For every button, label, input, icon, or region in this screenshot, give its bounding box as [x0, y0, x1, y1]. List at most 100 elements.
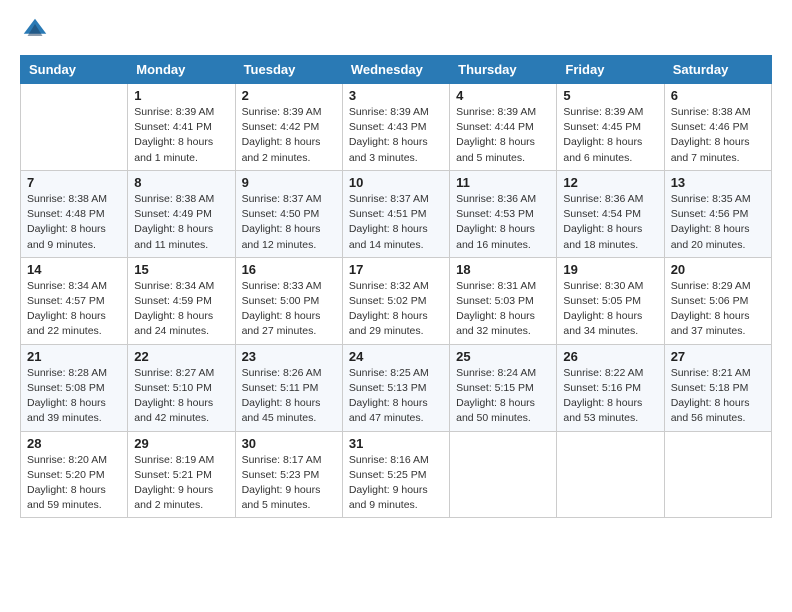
day-number: 30 — [242, 436, 336, 451]
calendar-week-3: 14 Sunrise: 8:34 AMSunset: 4:57 PMDayligh… — [21, 257, 772, 344]
day-number: 7 — [27, 175, 121, 190]
day-detail: Sunrise: 8:39 AMSunset: 4:44 PMDaylight:… — [456, 105, 550, 166]
day-detail: Sunrise: 8:38 AMSunset: 4:48 PMDaylight:… — [27, 192, 121, 253]
day-number: 23 — [242, 349, 336, 364]
column-header-saturday: Saturday — [664, 56, 771, 84]
day-detail: Sunrise: 8:22 AMSunset: 5:16 PMDaylight:… — [563, 366, 657, 427]
day-detail: Sunrise: 8:37 AMSunset: 4:50 PMDaylight:… — [242, 192, 336, 253]
day-detail: Sunrise: 8:38 AMSunset: 4:49 PMDaylight:… — [134, 192, 228, 253]
calendar-cell: 16Sunrise: 8:33 AMSunset: 5:00 PMDayligh… — [235, 257, 342, 344]
calendar-cell: 17 Sunrise: 8:32 AMSunset: 5:02 PMDayligh… — [342, 257, 449, 344]
day-detail: Sunrise: 8:32 AMSunset: 5:02 PMDaylight:… — [349, 279, 443, 340]
day-detail: Sunrise: 8:31 AMSunset: 5:03 PMDaylight:… — [456, 279, 550, 340]
calendar-cell: 21 Sunrise: 8:28 AMSunset: 5:08 PMDayligh… — [21, 344, 128, 431]
calendar-cell: 30 Sunrise: 8:17 AMSunset: 5:23 PMDayligh… — [235, 431, 342, 518]
calendar-cell: 11 Sunrise: 8:36 AMSunset: 4:53 PMDayligh… — [450, 170, 557, 257]
calendar-cell: 2 Sunrise: 8:39 AMSunset: 4:42 PMDaylight… — [235, 84, 342, 171]
day-number: 26 — [563, 349, 657, 364]
calendar-week-1: 1 Sunrise: 8:39 AMSunset: 4:41 PMDaylight… — [21, 84, 772, 171]
day-number: 25 — [456, 349, 550, 364]
day-number: 6 — [671, 88, 765, 103]
calendar-cell: 9 Sunrise: 8:37 AMSunset: 4:50 PMDaylight… — [235, 170, 342, 257]
day-detail: Sunrise: 8:26 AMSunset: 5:11 PMDaylight:… — [242, 366, 336, 427]
day-number: 2 — [242, 88, 336, 103]
calendar-cell: 6 Sunrise: 8:38 AMSunset: 4:46 PMDaylight… — [664, 84, 771, 171]
calendar-cell: 23 Sunrise: 8:26 AMSunset: 5:11 PMDayligh… — [235, 344, 342, 431]
day-number: 1 — [134, 88, 228, 103]
day-number: 21 — [27, 349, 121, 364]
day-number: 5 — [563, 88, 657, 103]
column-header-friday: Friday — [557, 56, 664, 84]
day-detail: Sunrise: 8:30 AMSunset: 5:05 PMDaylight:… — [563, 279, 657, 340]
day-number: 3 — [349, 88, 443, 103]
day-number: 10 — [349, 175, 443, 190]
calendar-cell — [450, 431, 557, 518]
calendar-header-row: SundayMondayTuesdayWednesdayThursdayFrid… — [21, 56, 772, 84]
day-number: 22 — [134, 349, 228, 364]
day-number: 15 — [134, 262, 228, 277]
day-detail: Sunrise: 8:20 AMSunset: 5:20 PMDaylight:… — [27, 453, 121, 514]
calendar-cell: 22 Sunrise: 8:27 AMSunset: 5:10 PMDayligh… — [128, 344, 235, 431]
day-detail: Sunrise: 8:33 AMSunset: 5:00 PMDaylight:… — [242, 279, 336, 340]
calendar-cell: 7 Sunrise: 8:38 AMSunset: 4:48 PMDaylight… — [21, 170, 128, 257]
day-detail: Sunrise: 8:19 AMSunset: 5:21 PMDaylight:… — [134, 453, 228, 514]
day-detail: Sunrise: 8:27 AMSunset: 5:10 PMDaylight:… — [134, 366, 228, 427]
calendar-cell — [557, 431, 664, 518]
day-detail: Sunrise: 8:36 AMSunset: 4:53 PMDaylight:… — [456, 192, 550, 253]
calendar-cell: 13 Sunrise: 8:35 AMSunset: 4:56 PMDayligh… — [664, 170, 771, 257]
day-detail: Sunrise: 8:34 AMSunset: 4:57 PMDaylight:… — [27, 279, 121, 340]
day-number: 31 — [349, 436, 443, 451]
day-number: 12 — [563, 175, 657, 190]
day-detail: Sunrise: 8:17 AMSunset: 5:23 PMDaylight:… — [242, 453, 336, 514]
day-number: 11 — [456, 175, 550, 190]
logo — [20, 20, 52, 45]
day-number: 17 — [349, 262, 443, 277]
day-number: 9 — [242, 175, 336, 190]
day-number: 24 — [349, 349, 443, 364]
day-detail: Sunrise: 8:38 AMSunset: 4:46 PMDaylight:… — [671, 105, 765, 166]
day-detail: Sunrise: 8:36 AMSunset: 4:54 PMDaylight:… — [563, 192, 657, 253]
calendar-cell: 29Sunrise: 8:19 AMSunset: 5:21 PMDayligh… — [128, 431, 235, 518]
day-number: 28 — [27, 436, 121, 451]
day-detail: Sunrise: 8:39 AMSunset: 4:45 PMDaylight:… — [563, 105, 657, 166]
day-detail: Sunrise: 8:37 AMSunset: 4:51 PMDaylight:… — [349, 192, 443, 253]
column-header-tuesday: Tuesday — [235, 56, 342, 84]
calendar-week-4: 21 Sunrise: 8:28 AMSunset: 5:08 PMDayligh… — [21, 344, 772, 431]
calendar-cell: 10 Sunrise: 8:37 AMSunset: 4:51 PMDayligh… — [342, 170, 449, 257]
column-header-wednesday: Wednesday — [342, 56, 449, 84]
calendar-cell: 12 Sunrise: 8:36 AMSunset: 4:54 PMDayligh… — [557, 170, 664, 257]
logo-icon — [20, 15, 50, 45]
calendar-cell — [21, 84, 128, 171]
day-number: 18 — [456, 262, 550, 277]
day-number: 20 — [671, 262, 765, 277]
day-number: 4 — [456, 88, 550, 103]
day-detail: Sunrise: 8:34 AMSunset: 4:59 PMDaylight:… — [134, 279, 228, 340]
day-number: 8 — [134, 175, 228, 190]
day-detail: Sunrise: 8:29 AMSunset: 5:06 PMDaylight:… — [671, 279, 765, 340]
calendar-cell: 18 Sunrise: 8:31 AMSunset: 5:03 PMDayligh… — [450, 257, 557, 344]
day-detail: Sunrise: 8:35 AMSunset: 4:56 PMDaylight:… — [671, 192, 765, 253]
day-number: 19 — [563, 262, 657, 277]
day-detail: Sunrise: 8:39 AMSunset: 4:41 PMDaylight:… — [134, 105, 228, 166]
calendar-cell — [664, 431, 771, 518]
day-number: 14 — [27, 262, 121, 277]
calendar-cell: 24Sunrise: 8:25 AMSunset: 5:13 PMDayligh… — [342, 344, 449, 431]
day-detail: Sunrise: 8:28 AMSunset: 5:08 PMDaylight:… — [27, 366, 121, 427]
column-header-sunday: Sunday — [21, 56, 128, 84]
day-detail: Sunrise: 8:39 AMSunset: 4:42 PMDaylight:… — [242, 105, 336, 166]
calendar-cell: 5 Sunrise: 8:39 AMSunset: 4:45 PMDaylight… — [557, 84, 664, 171]
calendar-cell: 8 Sunrise: 8:38 AMSunset: 4:49 PMDaylight… — [128, 170, 235, 257]
calendar-cell: 25Sunrise: 8:24 AMSunset: 5:15 PMDayligh… — [450, 344, 557, 431]
calendar-cell: 20 Sunrise: 8:29 AMSunset: 5:06 PMDayligh… — [664, 257, 771, 344]
calendar-cell: 15 Sunrise: 8:34 AMSunset: 4:59 PMDayligh… — [128, 257, 235, 344]
calendar-cell: 19 Sunrise: 8:30 AMSunset: 5:05 PMDayligh… — [557, 257, 664, 344]
calendar-week-5: 28 Sunrise: 8:20 AMSunset: 5:20 PMDayligh… — [21, 431, 772, 518]
column-header-monday: Monday — [128, 56, 235, 84]
day-detail: Sunrise: 8:21 AMSunset: 5:18 PMDaylight:… — [671, 366, 765, 427]
day-detail: Sunrise: 8:39 AMSunset: 4:43 PMDaylight:… — [349, 105, 443, 166]
day-number: 13 — [671, 175, 765, 190]
calendar-cell: 1 Sunrise: 8:39 AMSunset: 4:41 PMDaylight… — [128, 84, 235, 171]
calendar-cell: 28 Sunrise: 8:20 AMSunset: 5:20 PMDayligh… — [21, 431, 128, 518]
calendar-table: SundayMondayTuesdayWednesdayThursdayFrid… — [20, 55, 772, 518]
page-header — [20, 20, 772, 45]
